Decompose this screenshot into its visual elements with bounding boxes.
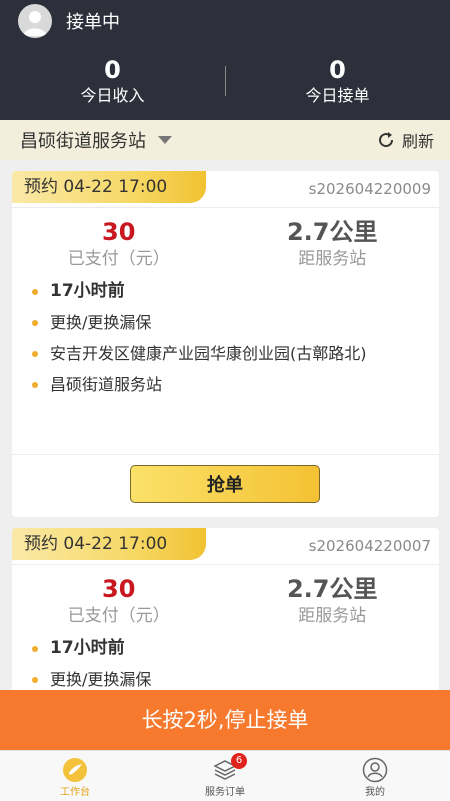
bottom-tab-bar: 工作台 6 服务订单 我的 xyxy=(0,750,450,801)
grab-order-button[interactable]: 抢单 xyxy=(130,465,320,503)
order-station: 昌硕街道服务站 xyxy=(30,373,439,396)
tab-service-orders-label: 服务订单 xyxy=(205,787,245,798)
work-status: 接单中 xyxy=(66,12,120,33)
order-card: 预约 04-22 17:00 s202604220009 30 已支付（元） 2… xyxy=(12,171,439,517)
distance-value: 2.7公里 xyxy=(286,218,378,246)
order-price: 30 已支付（元） xyxy=(12,574,226,628)
order-number: s202604220009 xyxy=(308,180,431,198)
tab-mine-label: 我的 xyxy=(365,787,385,798)
order-card: 预约 04-22 17:00 s202604220007 30 已支付（元） 2… xyxy=(12,528,439,708)
price-label: 已支付（元） xyxy=(67,606,170,626)
user-avatar-icon xyxy=(23,11,47,36)
station-selector[interactable]: 昌硕街道服务站 xyxy=(20,127,146,153)
stats-divider xyxy=(225,66,226,96)
today-income-value: 0 xyxy=(104,56,121,84)
today-orders-label: 今日接单 xyxy=(305,86,370,105)
avatar[interactable] xyxy=(18,4,52,38)
distance-value: 2.7公里 xyxy=(286,575,378,603)
tab-mine[interactable]: 我的 xyxy=(300,751,450,801)
tab-workbench-label: 工作台 xyxy=(60,787,90,798)
refresh-icon xyxy=(379,132,393,148)
order-stats: 30 已支付（元） 2.7公里 距服务站 xyxy=(12,565,439,637)
today-orders-value: 0 xyxy=(329,56,346,84)
order-number: s202604220007 xyxy=(308,537,431,555)
header: 接单中 0 今日收入 0 今日接单 xyxy=(0,0,450,120)
order-info-list: 17小时前 更换/更换漏保 xyxy=(12,637,439,691)
order-price: 30 已支付（元） xyxy=(12,217,226,271)
today-stats: 0 今日收入 0 今日接单 xyxy=(0,42,450,120)
order-distance: 2.7公里 距服务站 xyxy=(226,574,440,628)
order-service: 更换/更换漏保 xyxy=(30,668,439,691)
appointment-tag: 预约 04-22 17:00 xyxy=(12,171,206,203)
header-top: 接单中 xyxy=(0,0,450,42)
workbench-icon xyxy=(63,758,87,782)
station-bar: 昌硕街道服务站 刷新 xyxy=(0,120,450,160)
today-income: 0 今日收入 xyxy=(0,55,225,107)
orders-badge: 6 xyxy=(231,753,247,769)
distance-label: 距服务站 xyxy=(298,249,367,269)
order-card-header: 预约 04-22 17:00 s202604220007 xyxy=(12,528,439,565)
order-time-ago: 17小时前 xyxy=(30,280,439,303)
order-info-list: 17小时前 更换/更换漏保 安吉开发区健康产业园华康创业园(古鄣路北) 昌硕街道… xyxy=(12,280,439,396)
refresh-button[interactable]: 刷新 xyxy=(376,120,434,160)
tab-workbench[interactable]: 工作台 xyxy=(0,751,150,801)
distance-label: 距服务站 xyxy=(298,606,367,626)
stop-accepting-button[interactable]: 长按2秒,停止接单 xyxy=(0,690,450,750)
order-card-header: 预约 04-22 17:00 s202604220009 xyxy=(12,171,439,208)
tab-service-orders[interactable]: 6 服务订单 xyxy=(150,751,300,801)
price-label: 已支付（元） xyxy=(67,249,170,269)
grab-area: 抢单 xyxy=(12,454,439,517)
today-orders: 0 今日接单 xyxy=(225,55,450,107)
refresh-label: 刷新 xyxy=(401,132,434,151)
order-time-ago: 17小时前 xyxy=(30,637,439,660)
profile-icon xyxy=(362,757,388,783)
caret-down-icon[interactable] xyxy=(158,136,172,144)
order-distance: 2.7公里 距服务站 xyxy=(226,217,440,271)
price-value: 30 xyxy=(102,218,136,246)
today-income-label: 今日收入 xyxy=(80,86,145,105)
appointment-tag: 预约 04-22 17:00 xyxy=(12,528,206,560)
price-value: 30 xyxy=(102,575,136,603)
order-stats: 30 已支付（元） 2.7公里 距服务站 xyxy=(12,208,439,280)
order-service: 更换/更换漏保 xyxy=(30,311,439,334)
order-address: 安吉开发区健康产业园华康创业园(古鄣路北) xyxy=(30,342,439,365)
